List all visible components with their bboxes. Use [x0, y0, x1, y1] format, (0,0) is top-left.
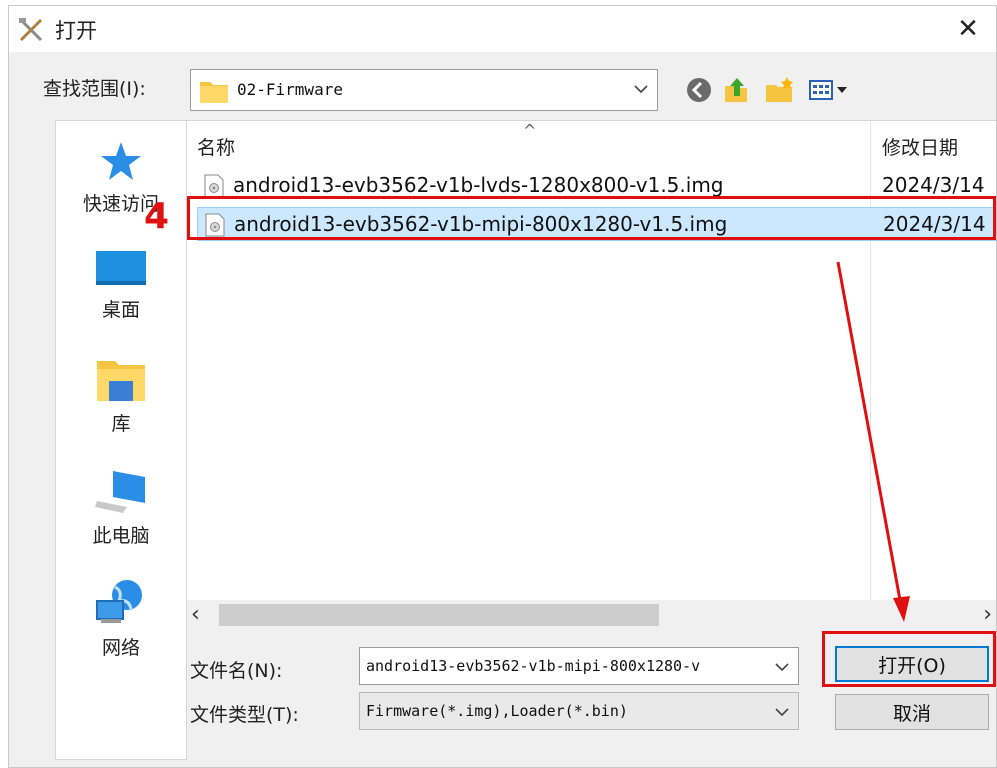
filename-input[interactable]: android13-evb3562-v1b-mipi-800x1280-v — [359, 647, 799, 685]
network-icon — [96, 580, 142, 623]
place-library[interactable]: 库 — [56, 357, 186, 436]
filetype-value: Firmware(*.img),Loader(*.bin) — [366, 702, 628, 720]
cancel-button[interactable]: 取消 — [835, 694, 989, 730]
tools-icon — [19, 18, 43, 42]
place-network[interactable]: 网络 — [56, 577, 186, 660]
view-menu-icon[interactable] — [807, 74, 851, 106]
new-folder-icon[interactable] — [763, 74, 795, 106]
place-label: 此电脑 — [92, 525, 150, 547]
dialog-title: 打开 — [55, 19, 97, 43]
place-label: 桌面 — [101, 299, 140, 321]
lookin-label: 查找范围(I): — [43, 78, 146, 100]
scroll-left-icon[interactable]: ‹ — [191, 602, 200, 627]
chevron-down-icon — [634, 85, 648, 94]
file-date: 2024/3/14 — [882, 173, 985, 197]
lookin-value: 02-Firmware — [237, 80, 343, 99]
title-bar: 打开 ✕ — [9, 6, 996, 52]
filetype-select[interactable]: Firmware(*.img),Loader(*.bin) — [359, 692, 799, 730]
library-icon — [97, 361, 145, 401]
up-folder-icon[interactable] — [721, 74, 753, 106]
sort-indicator-icon: ^ — [523, 121, 537, 140]
chevron-down-icon[interactable] — [772, 702, 792, 722]
place-this-pc[interactable]: 此电脑 — [56, 467, 186, 548]
folder-icon — [200, 82, 228, 103]
chevron-down-icon[interactable] — [772, 657, 792, 677]
filename-label: 文件名(N): — [190, 660, 283, 682]
horizontal-scrollbar[interactable]: ‹ › — [187, 600, 996, 630]
scroll-right-icon[interactable]: › — [983, 602, 992, 627]
annotation-highlight-open — [822, 631, 996, 687]
filename-value: android13-evb3562-v1b-mipi-800x1280-v — [366, 657, 701, 675]
star-icon — [101, 142, 141, 180]
close-icon: ✕ — [957, 14, 979, 44]
back-icon[interactable] — [683, 74, 715, 106]
scrollbar-thumb[interactable] — [219, 604, 659, 626]
place-desktop[interactable]: 桌面 — [56, 249, 186, 322]
annotation-step-number: 4 — [144, 196, 170, 237]
file-name: android13-evb3562-v1b-lvds-1280x800-v1.5… — [233, 173, 724, 197]
place-label: 库 — [111, 413, 131, 435]
filetype-label: 文件类型(T): — [190, 704, 299, 726]
desktop-icon — [96, 251, 146, 285]
annotation-highlight-file — [187, 196, 996, 240]
computer-icon — [95, 471, 145, 513]
disk-image-file-icon — [204, 174, 224, 198]
lookin-dropdown[interactable]: 02-Firmware — [190, 69, 658, 111]
place-label: 网络 — [101, 637, 140, 659]
column-header-name[interactable]: 名称 — [197, 133, 235, 160]
column-header-date[interactable]: 修改日期 — [882, 133, 958, 160]
close-button[interactable]: ✕ — [940, 6, 996, 52]
